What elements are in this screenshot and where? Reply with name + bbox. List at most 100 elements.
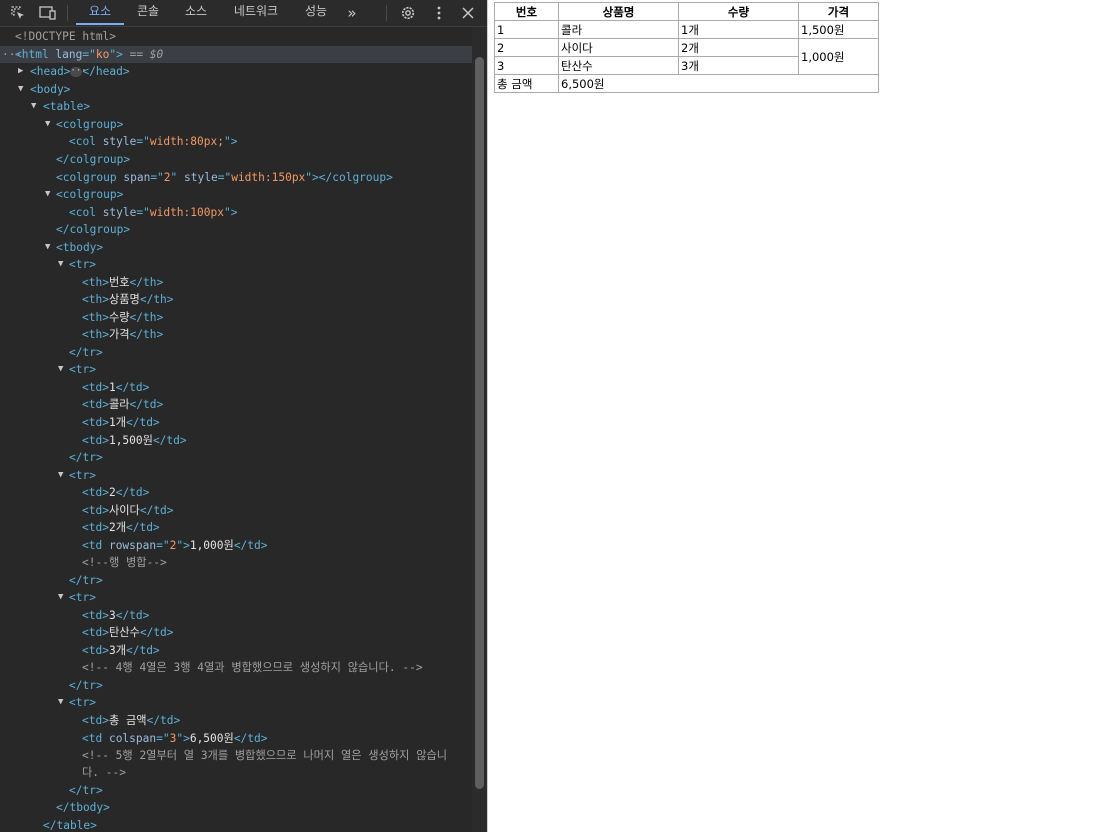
dom-line-colgroup-close[interactable]: </colgroup>: [0, 151, 472, 168]
panel-divider[interactable]: [487, 0, 493, 832]
dom-line-tr-close[interactable]: </tr>: [0, 677, 472, 694]
dom-line-td-colspan[interactable]: <td colspan="3">6,500원</td>: [0, 730, 472, 747]
device-toolbar-icon[interactable]: [36, 0, 60, 26]
dom-line-colgroup[interactable]: ▼ <colgroup>: [0, 116, 472, 133]
doctype-text: <!DOCTYPE html>: [15, 30, 117, 43]
collapse-triangle-icon[interactable]: ▼: [45, 116, 50, 133]
dom-line-tr-close[interactable]: </tr>: [0, 782, 472, 799]
dom-line-th[interactable]: <th>번호</th>: [0, 274, 472, 291]
dom-line-td[interactable]: <td>사이다</td>: [0, 502, 472, 519]
dom-line-colgroup[interactable]: ▼ <colgroup>: [0, 186, 472, 203]
td-text: 1,500원: [108, 434, 153, 447]
html-lang-value: ko: [95, 48, 110, 61]
td-text: 2개: [108, 521, 126, 534]
dom-line-tr-close[interactable]: </tr>: [0, 449, 472, 466]
colgroup-style-value: width:150px: [231, 171, 306, 184]
elements-scrollbar[interactable]: [472, 27, 487, 832]
collapsed-ellipsis-icon[interactable]: ···: [70, 67, 87, 77]
dom-line-comment-cont[interactable]: 다. -->: [0, 764, 472, 781]
collapse-triangle-icon[interactable]: ▼: [58, 256, 63, 273]
dom-line-td[interactable]: <td>3</td>: [0, 607, 472, 624]
dom-line-th[interactable]: <th>상품명</th>: [0, 291, 472, 308]
dom-line-tr-close[interactable]: </tr>: [0, 344, 472, 361]
dom-line-doctype[interactable]: <!DOCTYPE html>: [0, 28, 472, 45]
expand-triangle-icon[interactable]: ▶: [18, 63, 23, 80]
tab-console[interactable]: 콘솔: [126, 0, 170, 26]
td-text: 2: [108, 486, 116, 499]
td-text: 사이다: [108, 504, 140, 517]
toolbar-separator: [386, 5, 387, 21]
td-text: 1: [108, 381, 116, 394]
dom-line-colgroup-span[interactable]: <colgroup span="2" style="width:150px"><…: [0, 169, 472, 186]
dom-line-tr[interactable]: ▼ <tr>: [0, 361, 472, 378]
cell-number: 1: [494, 20, 559, 39]
devtools-panel: 요소 콘솔 소스 네트워크 성능 » <!DOCTYPE html> ··· <h…: [0, 0, 487, 832]
col-style-value: width:100px: [149, 206, 224, 219]
dom-line-comment[interactable]: <!-- 4행 4열은 3행 4열과 병합했으므로 생성하지 않습니다. -->: [0, 659, 472, 676]
dom-line-comment[interactable]: <!--행 병합-->: [0, 554, 472, 571]
header-cell-number: 번호: [494, 2, 559, 21]
tab-sources[interactable]: 소스: [174, 0, 218, 26]
dom-line-td[interactable]: <td>2</td>: [0, 484, 472, 501]
th-text: 번호: [108, 276, 130, 289]
dom-line-td[interactable]: <td>3개</td>: [0, 642, 472, 659]
dom-line-td[interactable]: <td>탄산수</td>: [0, 624, 472, 641]
dom-line-tbody[interactable]: ▼ <tbody>: [0, 239, 472, 256]
cell-number: 2: [494, 38, 559, 57]
dom-line-html[interactable]: ··· <html lang="ko"> == $0: [0, 46, 472, 63]
collapse-triangle-icon[interactable]: ▼: [58, 361, 63, 378]
dom-line-td[interactable]: <td>총 금액</td>: [0, 712, 472, 729]
collapse-triangle-icon[interactable]: ▼: [58, 467, 63, 484]
double-chevron-right-icon[interactable]: »: [340, 0, 364, 26]
dom-line-head[interactable]: ▶ <head>···</head>: [0, 63, 472, 80]
dom-line-td[interactable]: <td>1,500원</td>: [0, 432, 472, 449]
dom-line-col[interactable]: <col style="width:80px;">: [0, 133, 472, 150]
dom-line-col[interactable]: <col style="width:100px">: [0, 204, 472, 221]
cell-number: 3: [494, 56, 559, 75]
dom-line-tr[interactable]: ▼ <tr>: [0, 256, 472, 273]
dom-line-comment[interactable]: <!-- 5행 2열부터 열 3개를 병합했으므로 나머지 열은 생성하지 않습…: [0, 747, 472, 764]
td-text: 3개: [108, 644, 126, 657]
dom-line-td[interactable]: <td>콜라</td>: [0, 396, 472, 413]
collapse-triangle-icon[interactable]: ▼: [45, 186, 50, 203]
dom-line-td[interactable]: <td>1</td>: [0, 379, 472, 396]
dom-line-tr[interactable]: ▼ <tr>: [0, 467, 472, 484]
dom-line-tr[interactable]: ▼ <tr>: [0, 589, 472, 606]
dom-line-tbody-close[interactable]: </tbody>: [0, 799, 472, 816]
dom-line-th[interactable]: <th>수량</th>: [0, 309, 472, 326]
close-icon[interactable]: [456, 0, 480, 26]
collapse-triangle-icon[interactable]: ▼: [31, 98, 36, 115]
kebab-menu-icon[interactable]: [427, 0, 451, 26]
dom-line-table[interactable]: ▼ <table>: [0, 98, 472, 115]
dom-line-colgroup-close[interactable]: </colgroup>: [0, 221, 472, 238]
dom-line-table-close[interactable]: </table>: [0, 817, 472, 832]
collapse-triangle-icon[interactable]: ▼: [18, 81, 23, 98]
elements-tree[interactable]: <!DOCTYPE html> ··· <html lang="ko"> == $…: [0, 27, 472, 832]
dom-line-td-rowspan[interactable]: <td rowspan="2">1,000원</td>: [0, 537, 472, 554]
collapse-triangle-icon[interactable]: ▼: [58, 694, 63, 711]
colgroup-span-value: 2: [163, 171, 171, 184]
dom-line-td[interactable]: <td>2개</td>: [0, 519, 472, 536]
collapse-triangle-icon[interactable]: ▼: [45, 239, 50, 256]
header-cell-quantity: 수량: [678, 2, 799, 21]
total-label-cell: 총 금액: [494, 74, 559, 93]
active-tab-indicator: [76, 23, 124, 25]
dom-line-th[interactable]: <th>가격</th>: [0, 326, 472, 343]
cell-price-merged: 1,000원: [798, 38, 879, 75]
inspect-element-icon[interactable]: [6, 0, 30, 26]
dom-line-tr[interactable]: ▼ <tr>: [0, 694, 472, 711]
settings-gear-icon[interactable]: [396, 0, 420, 26]
comment-text: <!-- 5행 2열부터 열 3개를 병합했으므로 나머지 열은 생성하지 않습…: [82, 749, 448, 762]
cell-price: 1,500원: [798, 20, 879, 39]
th-text: 상품명: [108, 293, 140, 306]
dom-line-body[interactable]: ▼ <body>: [0, 81, 472, 98]
collapse-triangle-icon[interactable]: ▼: [58, 589, 63, 606]
cell-product: 사이다: [558, 38, 679, 57]
scrollbar-thumb[interactable]: [475, 57, 484, 789]
dom-line-tr-close[interactable]: </tr>: [0, 572, 472, 589]
td-text: 총 금액: [108, 714, 147, 727]
tab-performance[interactable]: 성능: [294, 0, 338, 26]
tab-network[interactable]: 네트워크: [224, 0, 288, 26]
selected-node-marker: == $0: [129, 48, 164, 61]
dom-line-td[interactable]: <td>1개</td>: [0, 414, 472, 431]
